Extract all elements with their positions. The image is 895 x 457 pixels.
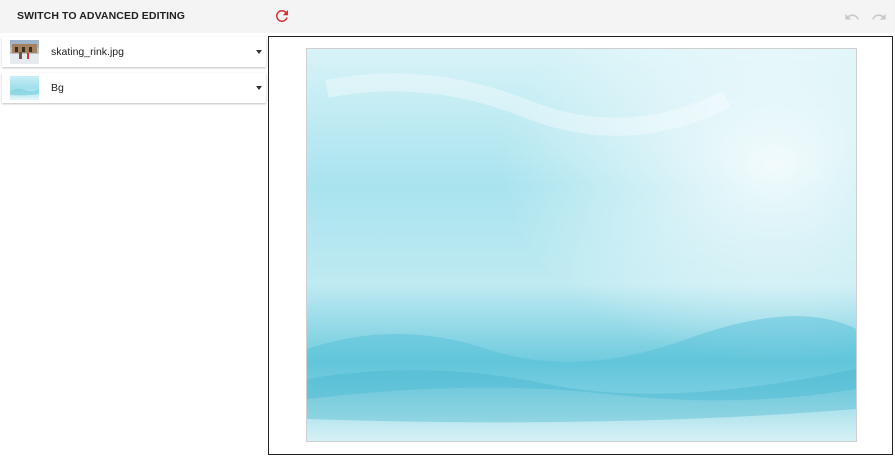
layer-item-skating-rink[interactable]: skating_rink.jpg	[2, 37, 266, 67]
top-toolbar: SWITCH TO ADVANCED EDITING	[0, 0, 895, 33]
background-thumbnail	[10, 76, 39, 100]
editor-stage	[268, 36, 893, 455]
switch-to-advanced-editing-button[interactable]: SWITCH TO ADVANCED EDITING	[17, 10, 185, 22]
redo-icon[interactable]	[870, 9, 888, 25]
layer-label: skating_rink.jpg	[51, 46, 124, 58]
skating-rink-thumbnail	[10, 40, 39, 64]
undo-icon[interactable]	[843, 9, 861, 25]
refresh-icon[interactable]	[273, 7, 291, 25]
layer-item-bg[interactable]: Bg	[2, 73, 266, 103]
canvas-preview[interactable]	[306, 48, 857, 442]
canvas-artwork	[307, 49, 856, 441]
layers-panel: skating_rink.jpg Bg	[2, 37, 266, 109]
chevron-down-icon[interactable]	[256, 86, 262, 90]
chevron-down-icon[interactable]	[256, 50, 262, 54]
layer-label: Bg	[51, 82, 64, 94]
